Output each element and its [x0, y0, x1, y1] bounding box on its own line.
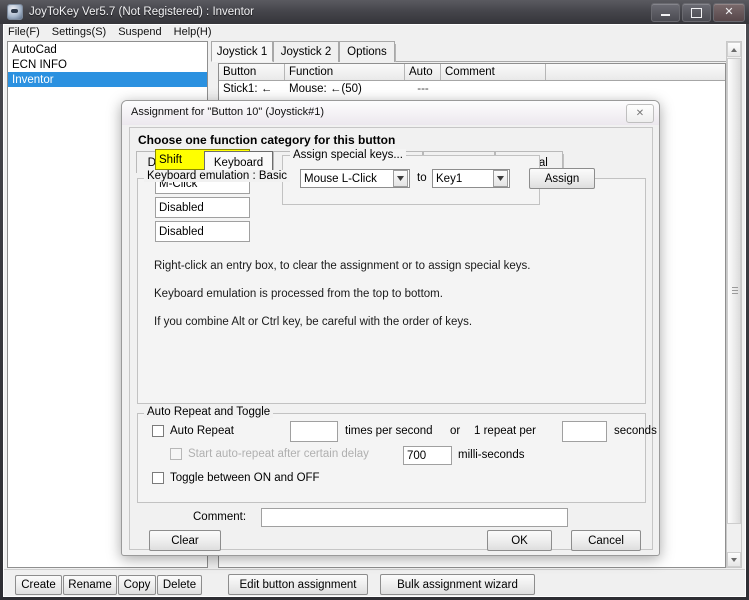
- start-delay-checkbox[interactable]: Start auto-repeat after certain delay: [170, 448, 369, 460]
- rename-button[interactable]: Rename: [63, 575, 117, 595]
- special-key-source-dropdown[interactable]: Mouse L-Click: [300, 169, 410, 188]
- cancel-button[interactable]: Cancel: [571, 530, 641, 551]
- close-button[interactable]: ✕: [713, 3, 745, 22]
- column-header-function[interactable]: Function: [285, 64, 405, 80]
- help-text-line-3: If you combine Alt or Ctrl key, be caref…: [154, 316, 473, 328]
- scrollbar-thumb[interactable]: [727, 58, 741, 524]
- toggle-on-off-checkbox[interactable]: Toggle between ON and OFF: [152, 472, 320, 484]
- assign-special-keys-legend: Assign special keys...: [290, 149, 406, 161]
- start-delay-label: Start auto-repeat after certain delay: [188, 448, 369, 460]
- vertical-scrollbar[interactable]: [726, 41, 742, 568]
- auto-repeat-label: Auto Repeat: [170, 425, 234, 437]
- milliseconds-label: milli-seconds: [458, 449, 525, 461]
- minimize-icon: [661, 14, 670, 16]
- scroll-up-button[interactable]: [727, 42, 741, 57]
- column-header-comment[interactable]: Comment: [441, 64, 546, 80]
- grip-icon: [732, 287, 738, 295]
- times-per-second-label: times per second: [345, 425, 433, 437]
- tabstrip-end-mark: [395, 44, 396, 62]
- menu-item-help[interactable]: Help(H): [174, 26, 212, 38]
- scroll-down-button[interactable]: [727, 552, 741, 567]
- menu-item-suspend[interactable]: Suspend: [118, 26, 161, 38]
- minimize-button[interactable]: [651, 3, 680, 22]
- dialog-titlebar: Assignment for "Button 10" (Joystick#1) …: [122, 101, 659, 125]
- create-button[interactable]: Create: [15, 575, 62, 595]
- menu-item-file[interactable]: File(F): [8, 26, 40, 38]
- copy-button[interactable]: Copy: [118, 575, 156, 595]
- comment-input[interactable]: [261, 508, 568, 527]
- ok-button[interactable]: OK: [487, 530, 552, 551]
- checkbox-icon: [170, 448, 182, 460]
- dialog-body: Choose one function category for this bu…: [129, 127, 657, 551]
- window-controls: ✕: [651, 3, 745, 22]
- help-text-line-2: Keyboard emulation is processed from the…: [154, 288, 443, 300]
- clear-button[interactable]: Clear: [149, 530, 221, 551]
- tab-joystick-1[interactable]: Joystick 1: [211, 41, 273, 62]
- checkbox-icon: [152, 472, 164, 484]
- cell-function: Mouse: ←(50): [289, 83, 362, 95]
- auto-repeat-checkbox[interactable]: Auto Repeat: [152, 425, 234, 437]
- delete-button[interactable]: Delete: [157, 575, 202, 595]
- table-header-row: Button Function Auto Comment: [219, 64, 725, 81]
- cell-button: Stick1: ←: [223, 83, 273, 95]
- chevron-down-icon: [731, 557, 737, 562]
- column-header-extra[interactable]: [546, 64, 724, 80]
- tab-joystick-2[interactable]: Joystick 2: [273, 41, 339, 62]
- delay-milliseconds-input[interactable]: 700: [403, 446, 452, 465]
- menu-bar: File(F) Settings(S) Suspend Help(H): [3, 24, 212, 40]
- special-key-target-dropdown[interactable]: Key1: [432, 169, 510, 188]
- edit-button-assignment-button[interactable]: Edit button assignment: [228, 574, 368, 595]
- application-window: JoyToKey Ver5.7 (Not Registered) : Inven…: [0, 0, 749, 600]
- column-header-auto[interactable]: Auto: [405, 64, 441, 80]
- window-title: JoyToKey Ver5.7 (Not Registered) : Inven…: [29, 6, 254, 18]
- seconds-label: seconds: [614, 425, 657, 437]
- tab-options[interactable]: Options: [339, 41, 395, 62]
- maximize-icon: [691, 7, 702, 18]
- assign-button[interactable]: Assign: [529, 168, 595, 189]
- dialog-title: Assignment for "Button 10" (Joystick#1): [131, 106, 325, 118]
- key-entry-3[interactable]: Disabled: [155, 197, 250, 218]
- keyboard-emulation-legend: Keyboard emulation : Basic: [144, 170, 290, 182]
- chevron-down-icon[interactable]: [393, 170, 408, 187]
- cell-auto: ---: [417, 83, 429, 95]
- dialog-heading: Choose one function category for this bu…: [138, 133, 396, 147]
- maximize-button[interactable]: [682, 3, 711, 22]
- help-text-line-1: Right-click an entry box, to clear the a…: [154, 260, 531, 272]
- toggle-on-off-label: Toggle between ON and OFF: [170, 472, 320, 484]
- profile-list-item-ecn-info[interactable]: ECN INFO: [8, 57, 207, 72]
- special-key-target-value: Key1: [436, 172, 463, 185]
- chevron-up-icon: [731, 47, 737, 52]
- to-label: to: [417, 172, 427, 184]
- joystick-icon: [7, 4, 23, 20]
- checkbox-icon: [152, 425, 164, 437]
- seconds-input[interactable]: [562, 421, 607, 442]
- column-header-button[interactable]: Button: [219, 64, 285, 80]
- window-titlebar: JoyToKey Ver5.7 (Not Registered) : Inven…: [0, 0, 749, 24]
- special-key-source-value: Mouse L-Click: [304, 172, 377, 185]
- chevron-down-icon[interactable]: [493, 170, 508, 187]
- bulk-assignment-wizard-button[interactable]: Bulk assignment wizard: [380, 574, 535, 595]
- close-icon: ✕: [724, 6, 734, 18]
- auto-repeat-legend: Auto Repeat and Toggle: [144, 406, 274, 418]
- menu-item-settings[interactable]: Settings(S): [52, 26, 106, 38]
- or-label: or: [450, 425, 461, 437]
- times-per-second-input[interactable]: [290, 421, 338, 442]
- tabstrip-divider: [395, 61, 735, 62]
- comment-label: Comment:: [193, 511, 247, 523]
- key-entry-4[interactable]: Disabled: [155, 221, 250, 242]
- table-row[interactable]: Stick1: ← Mouse: ←(50) ---: [219, 81, 725, 97]
- one-repeat-per-label: 1 repeat per: [474, 425, 537, 437]
- screen: JoyToKey Ver5.7 (Not Registered) : Inven…: [0, 0, 749, 600]
- dialog-close-button[interactable]: ✕: [626, 104, 654, 123]
- profile-list-item-autocad[interactable]: AutoCad: [8, 42, 207, 57]
- profile-list-item-inventor[interactable]: Inventor: [8, 72, 207, 87]
- assignment-dialog: Assignment for "Button 10" (Joystick#1) …: [121, 100, 660, 556]
- bottom-toolbar: Create Rename Copy Delete Edit button as…: [3, 569, 746, 597]
